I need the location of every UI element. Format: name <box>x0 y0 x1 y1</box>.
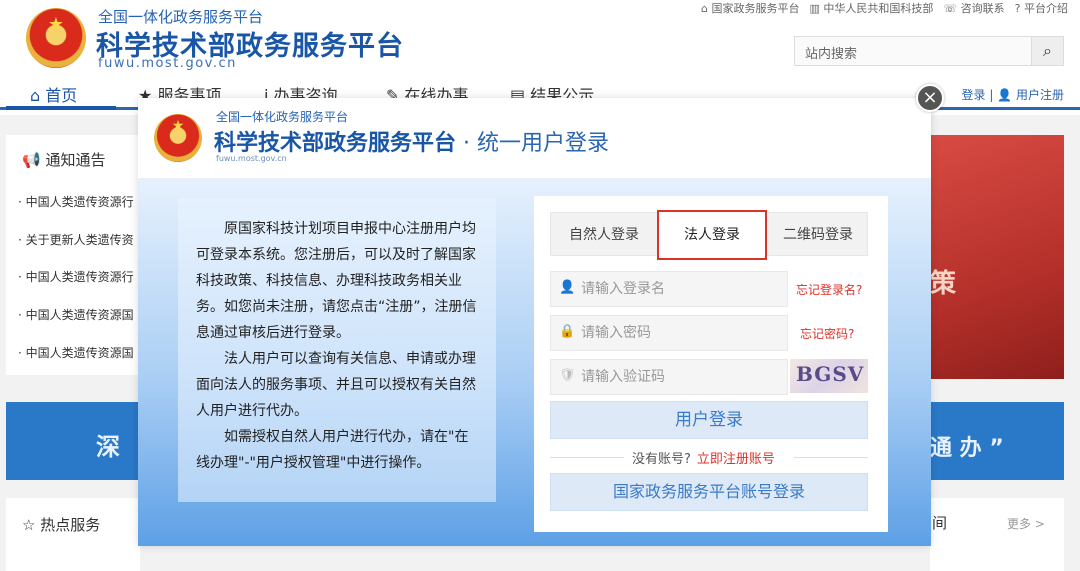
promo-banner-text-right: 通 办 ” <box>930 436 1004 461</box>
notice-title: 📢 通知通告 <box>22 151 106 169</box>
info-paragraph: 原国家科技计划项目申报中心注册用户均可登录本系统。您注册后，可以及时了解国家科技… <box>196 221 477 341</box>
user-icon: 👤 <box>559 280 576 295</box>
notice-item[interactable]: · 中国人类遗传资源国 <box>18 344 142 361</box>
site-domain: fuwu.most.gov.cn <box>98 56 237 71</box>
tab-legal-person[interactable]: 法人登录 <box>657 210 767 260</box>
captcha-input[interactable] <box>581 360 781 394</box>
lock-icon: 🔒 <box>559 324 576 339</box>
user-login-button[interactable]: 用户登录 <box>550 401 868 439</box>
notice-card: 📢 通知通告 · 中国人类遗传资源行 · 关于更新人类遗传资 · 中国人类遗传资… <box>6 135 140 375</box>
notice-item[interactable]: · 中国人类遗传资源国 <box>18 306 142 323</box>
forgot-username-link[interactable]: 忘记登录名? <box>796 281 862 298</box>
nav-user-links: 登录 | 👤 用户注册 <box>961 88 1064 102</box>
top-links: ⌂ 国家政务服务平台 ▥ 中华人民共和国科技部 ☏ 咨询联系 ? 平台介绍 <box>701 0 1068 16</box>
forgot-password-link[interactable]: 忘记密码? <box>800 325 854 342</box>
register-prompt: 没有账号? 立即注册账号 <box>632 448 775 467</box>
close-icon[interactable]: × <box>916 84 944 112</box>
nav-item-home[interactable]: ⌂ 首页 <box>30 82 77 106</box>
notice-item[interactable]: · 关于更新人类遗传资 <box>18 231 142 248</box>
site-search-input[interactable]: 站内搜索 <box>794 36 1032 66</box>
modal-body: 原国家科技计划项目申报中心注册用户均可登录本系统。您注册后，可以及时了解国家科技… <box>138 178 931 546</box>
top-link-about[interactable]: ? 平台介绍 <box>1015 0 1068 16</box>
promo-banner-text-left: 深 <box>96 433 120 461</box>
modal-domain: fuwu.most.gov.cn <box>216 154 287 163</box>
gov-platform-login-button[interactable]: 国家政务服务平台账号登录 <box>550 473 868 511</box>
national-emblem-logo: ★ <box>26 8 86 68</box>
tab-qrcode[interactable]: 二维码登录 <box>767 213 869 257</box>
login-tabs: 自然人登录 法人登录 二维码登录 <box>550 210 869 260</box>
nav-active-indicator <box>6 106 116 110</box>
banner-photo[interactable]: 策 <box>930 135 1064 379</box>
modal-subtitle: 全国一体化政务服务平台 <box>216 110 349 124</box>
register-link[interactable]: 👤 用户注册 <box>997 88 1064 102</box>
login-form: 自然人登录 法人登录 二维码登录 👤 忘记登录名? 🔒 忘记密码? 🛡 BGSV <box>534 196 888 532</box>
top-link-contact[interactable]: ☏ 咨询联系 <box>943 0 1004 16</box>
notice-item[interactable]: · 中国人类遗传资源行 <box>18 193 142 210</box>
banner-photo-text: 策 <box>930 269 957 299</box>
hot-services-title: ☆ 热点服务 <box>22 516 101 534</box>
shield-icon: 🛡 <box>559 368 576 383</box>
info-paragraph: 法人用户可以查询有关信息、申请或办理面向法人的服务事项、并且可以授权有关自然人用… <box>196 351 476 419</box>
username-input[interactable] <box>581 272 781 306</box>
login-link[interactable]: 登录 <box>962 88 986 102</box>
notice-item[interactable]: · 中国人类遗传资源行 <box>18 268 142 285</box>
info-panel: 原国家科技计划项目申报中心注册用户均可登录本系统。您注册后，可以及时了解国家科技… <box>178 198 496 502</box>
login-modal: ★ 全国一体化政务服务平台 科学技术部政务服务平台 · 统一用户登录 fuwu.… <box>138 98 931 546</box>
top-link-gov-platform[interactable]: ⌂ 国家政务服务平台 <box>701 0 799 16</box>
tab-natural-person[interactable]: 自然人登录 <box>551 213 657 257</box>
national-emblem-logo: ★ <box>154 114 202 162</box>
password-input[interactable] <box>581 316 781 350</box>
no-account-text: 没有账号? <box>632 452 691 467</box>
search-icon[interactable]: ⌕ <box>1032 36 1064 66</box>
captcha-image[interactable]: BGSV <box>790 359 868 393</box>
side-card-title: 间 <box>932 514 948 532</box>
register-row: 没有账号? 立即注册账号 <box>550 447 868 467</box>
divider-line <box>794 457 868 458</box>
divider-line <box>550 457 624 458</box>
info-paragraph: 如需授权自然人用户进行代办，请在"在线办理"-"用户授权管理"中进行操作。 <box>196 429 469 471</box>
top-link-most[interactable]: ▥ 中华人民共和国科技部 <box>810 0 934 16</box>
captcha-field[interactable]: 🛡 <box>550 359 788 395</box>
password-field[interactable]: 🔒 <box>550 315 788 351</box>
captcha-text: BGSV <box>796 362 865 386</box>
more-link[interactable]: 更多 > <box>1007 515 1045 532</box>
register-now-link[interactable]: 立即注册账号 <box>697 452 775 467</box>
username-field[interactable]: 👤 <box>550 271 788 307</box>
modal-title: 科学技术部政务服务平台 · 统一用户登录 <box>214 131 610 156</box>
side-card <box>930 498 1064 571</box>
